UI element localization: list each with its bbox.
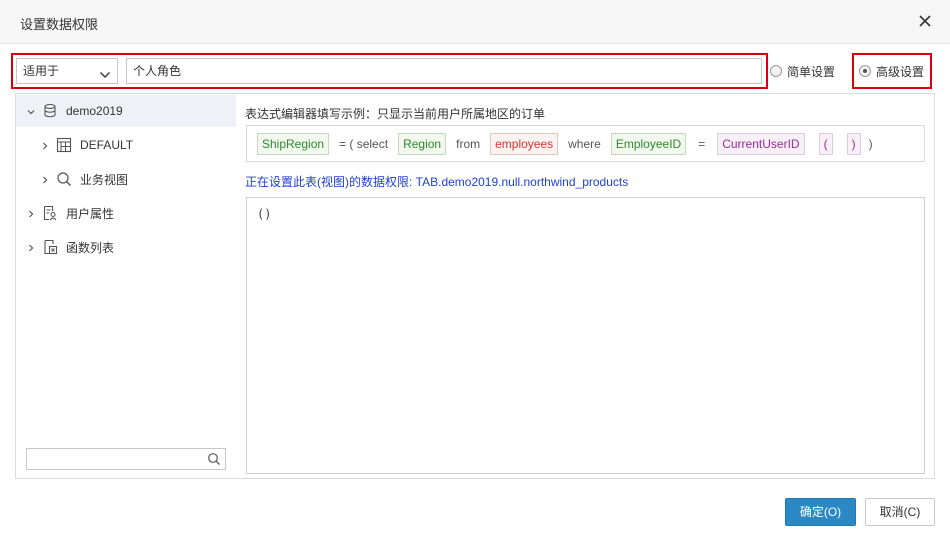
tree-item-default[interactable]: DEFAULT: [16, 129, 236, 161]
tree-item-function-list[interactable]: 函数列表: [16, 231, 236, 263]
search-icon[interactable]: [207, 452, 221, 469]
tree-item-label: 业务视图: [80, 172, 129, 187]
dialog-title: 设置数据权限: [20, 17, 99, 32]
dialog-titlebar: 设置数据权限: [0, 0, 950, 44]
role-input[interactable]: 个人角色: [126, 58, 762, 84]
expression-panel: 表达式编辑器填写示例：只显示当前用户所属地区的订单 ShipRegion = (…: [236, 93, 935, 479]
example-title: 表达式编辑器填写示例：只显示当前用户所属地区的订单: [245, 107, 546, 121]
expression-editor[interactable]: (): [246, 197, 925, 474]
chevron-right-icon[interactable]: [26, 242, 36, 252]
tree-item-label: demo2019: [66, 104, 123, 118]
database-icon: [42, 103, 58, 119]
ok-button[interactable]: 确定(O): [785, 498, 856, 526]
example-expression: ShipRegion = ( select Region from employ…: [246, 125, 925, 162]
simple-mode-radio[interactable]: 简单设置: [770, 63, 835, 79]
example-token: EmployeeID: [610, 132, 687, 155]
chevron-down-icon: [99, 65, 111, 89]
example-text: from: [456, 136, 481, 151]
simple-mode-label: 简单设置: [787, 64, 836, 79]
schema-table-icon: [56, 137, 72, 153]
scope-select-value: 适用于: [23, 64, 60, 78]
data-permission-dialog: 设置数据权限 适用于 个人角色 简单设置 高级设置 demo2019 DEFAU…: [0, 0, 950, 540]
example-text: where: [568, 136, 601, 151]
example-token: CurrentUserID: [717, 132, 805, 155]
scope-select[interactable]: 适用于: [16, 58, 118, 84]
example-token: (: [818, 132, 833, 155]
example-token: Region: [398, 132, 447, 155]
example-token: ShipRegion: [257, 132, 330, 155]
advanced-mode-label: 高级设置: [876, 64, 925, 79]
chevron-right-icon[interactable]: [40, 140, 50, 150]
close-icon[interactable]: [914, 10, 936, 32]
tree-search-input[interactable]: [26, 448, 226, 470]
radio-unchecked-icon: [770, 65, 782, 77]
chevron-down-icon[interactable]: [26, 106, 36, 116]
user-attribute-icon: [42, 205, 58, 221]
example-token: ): [846, 132, 861, 155]
example-text: ): [868, 136, 873, 151]
tree-item-label: 用户属性: [66, 206, 115, 221]
advanced-mode-radio[interactable]: 高级设置: [859, 63, 924, 79]
tree-item-label: 函数列表: [66, 240, 115, 255]
cancel-button[interactable]: 取消(C): [865, 498, 935, 526]
example-text: = ( select: [339, 136, 389, 151]
tree-item-demo2019[interactable]: demo2019: [16, 95, 236, 127]
target-table-notice: 正在设置此表(视图)的数据权限: TAB.demo2019.null.north…: [245, 175, 629, 189]
resource-tree-panel: demo2019 DEFAULT 业务视图 用户属性 函数列表: [15, 93, 237, 479]
example-token: employees: [490, 132, 559, 155]
chevron-right-icon[interactable]: [26, 208, 36, 218]
function-icon: [42, 239, 58, 255]
search-view-icon: [56, 171, 72, 187]
radio-checked-icon: [859, 65, 871, 77]
tree-item-user-attributes[interactable]: 用户属性: [16, 197, 236, 229]
tree-item-label: DEFAULT: [80, 138, 134, 152]
tree-item-business-view[interactable]: 业务视图: [16, 163, 236, 195]
example-text: =: [698, 136, 706, 151]
chevron-right-icon[interactable]: [40, 174, 50, 184]
